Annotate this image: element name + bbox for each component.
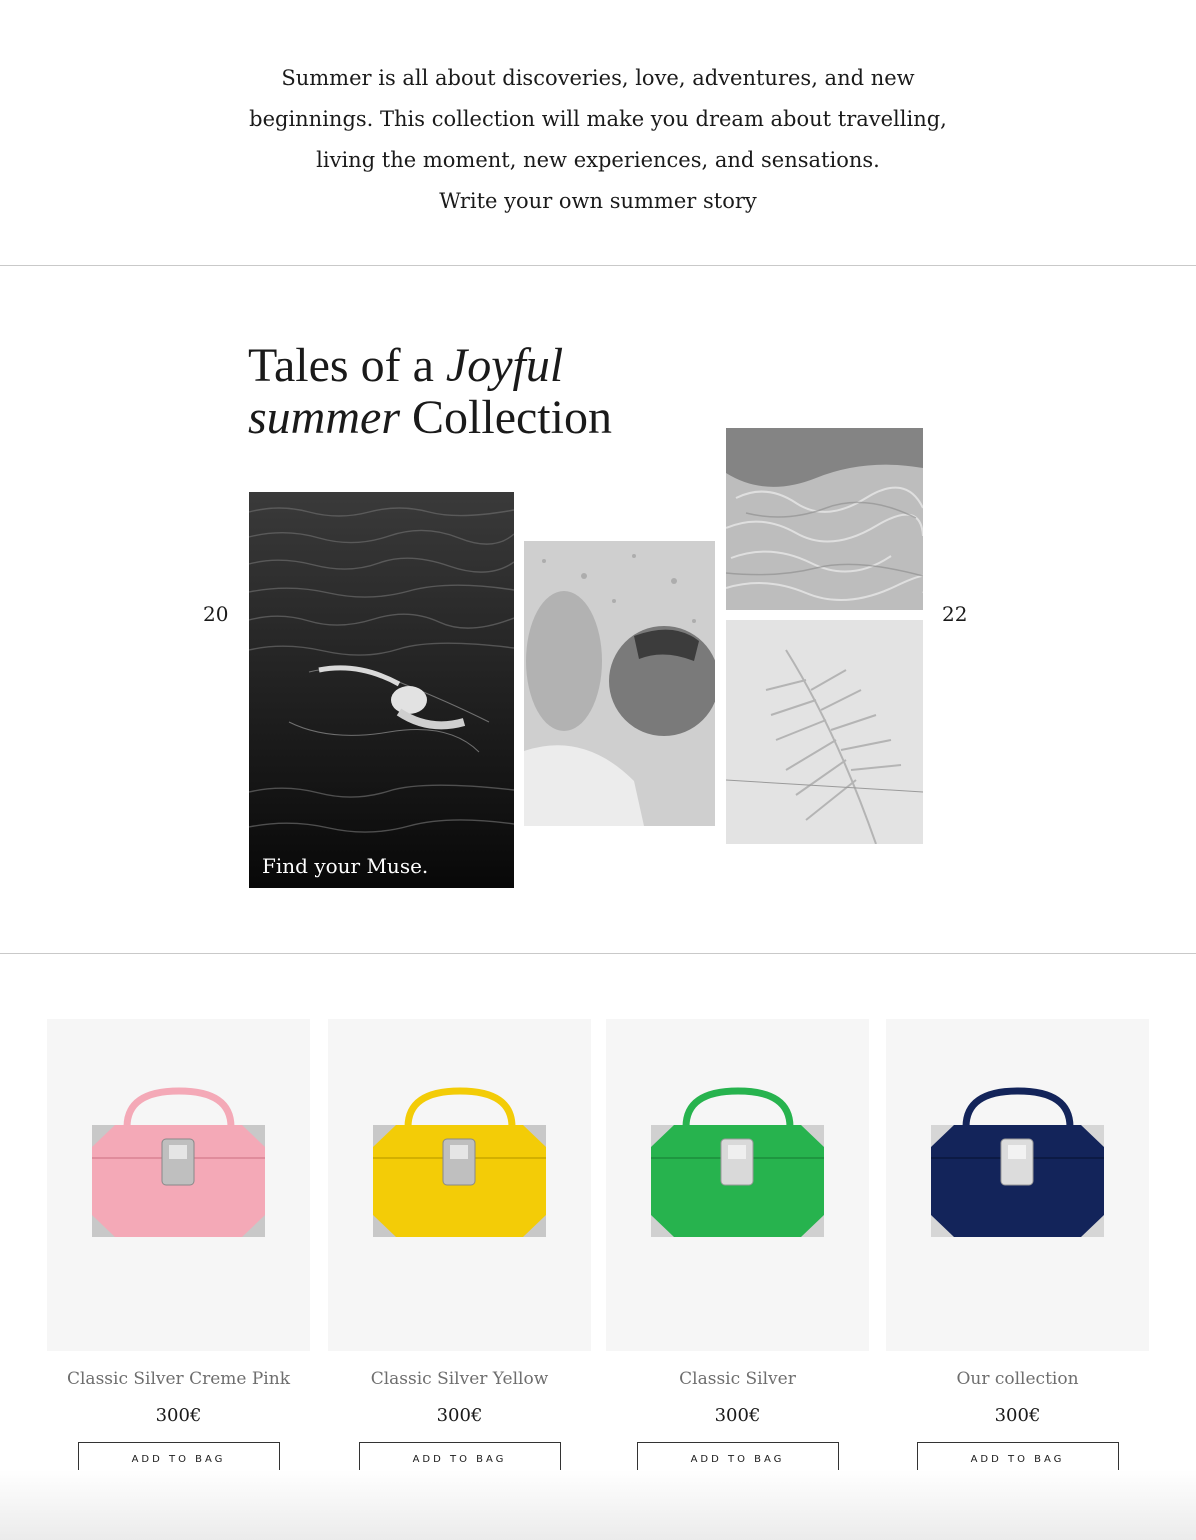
vanity-case-green	[651, 1087, 824, 1237]
intro-line: Summer is all about discoveries, love, a…	[281, 66, 915, 90]
product-image[interactable]	[606, 1019, 869, 1351]
divider	[0, 265, 1196, 266]
vanity-case-pink	[92, 1087, 265, 1237]
product-card[interactable]: Classic Silver 300€ ADD TO BAG	[606, 1019, 869, 1476]
product-price: 300€	[155, 1405, 202, 1426]
collection-title: Tales of a Joyful summer Collection	[248, 340, 612, 444]
title-italic: Joyful	[445, 339, 564, 392]
title-part: Tales of a	[248, 339, 446, 392]
product-name[interactable]: Classic Silver Creme Pink	[47, 1369, 310, 1393]
year-right: 22	[942, 602, 968, 626]
woman-image	[524, 541, 715, 826]
palm-shadow-image	[726, 620, 923, 844]
product-price: 300€	[994, 1405, 1041, 1426]
product-name[interactable]: Our collection	[886, 1369, 1149, 1393]
product-price: 300€	[714, 1405, 761, 1426]
product-name[interactable]: Classic Silver Yellow	[328, 1369, 591, 1393]
product-image[interactable]	[328, 1019, 591, 1351]
swimmer-photo[interactable]: Find your Muse.	[249, 492, 514, 888]
product-card[interactable]: Classic Silver Creme Pink 300€ ADD TO BA…	[47, 1019, 310, 1476]
divider	[0, 953, 1196, 954]
woman-photo[interactable]	[524, 541, 715, 826]
product-price: 300€	[436, 1405, 483, 1426]
swimmer-image	[249, 492, 514, 888]
intro-line: Write your own summer story	[439, 189, 757, 213]
product-image[interactable]	[47, 1019, 310, 1351]
water-image	[726, 428, 923, 610]
vanity-case-navy	[931, 1087, 1104, 1237]
year-left: 20	[203, 602, 229, 626]
title-italic: summer	[248, 391, 400, 444]
photo-caption: Find your Muse.	[262, 854, 429, 878]
page-bottom-fade	[0, 1470, 1196, 1540]
product-image[interactable]	[886, 1019, 1149, 1351]
product-name[interactable]: Classic Silver	[606, 1369, 869, 1393]
vanity-case-yellow	[373, 1087, 546, 1237]
intro-line: beginnings. This collection will make yo…	[249, 107, 947, 131]
water-photo[interactable]	[726, 428, 923, 610]
intro-line: living the moment, new experiences, and …	[316, 148, 880, 172]
title-part: Collection	[400, 391, 612, 444]
product-card[interactable]: Classic Silver Yellow 300€ ADD TO BAG	[328, 1019, 591, 1476]
palm-shadow-photo[interactable]	[726, 620, 923, 844]
intro-text: Summer is all about discoveries, love, a…	[0, 58, 1196, 222]
product-card[interactable]: Our collection 300€ ADD TO BAG	[886, 1019, 1149, 1476]
